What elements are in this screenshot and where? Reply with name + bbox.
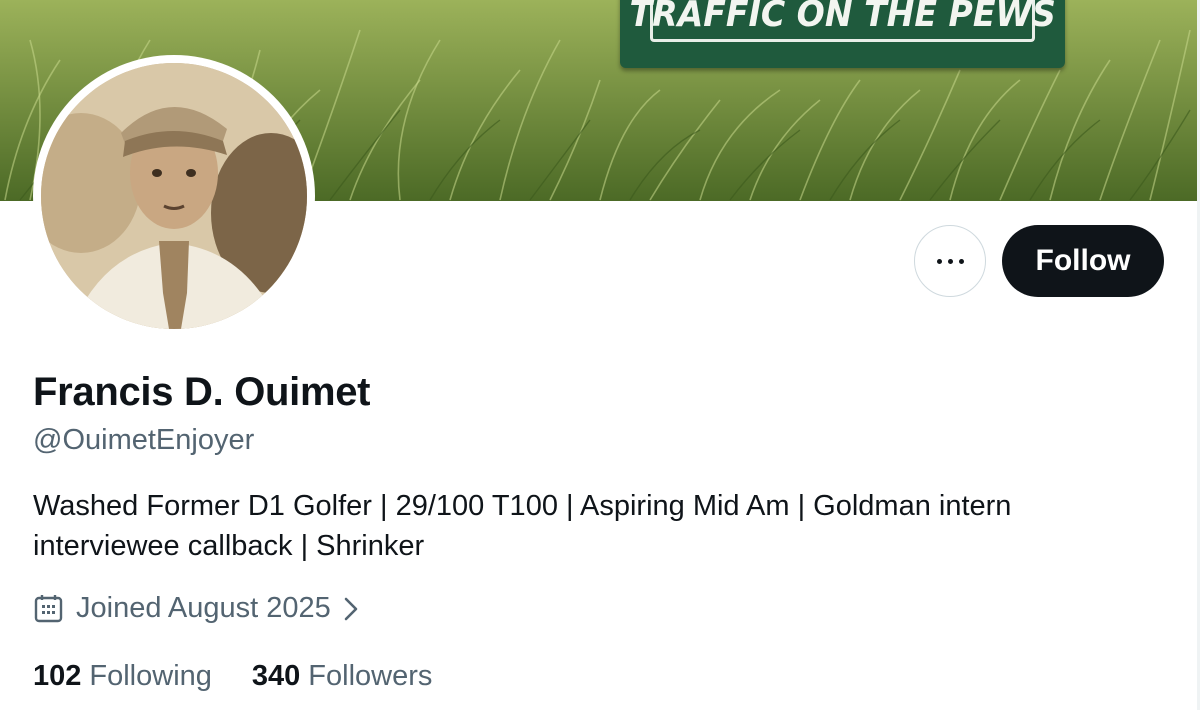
more-options-button[interactable] bbox=[914, 225, 986, 297]
banner-sign-text: TRAFFIC ON THE PEWS bbox=[629, 0, 1056, 35]
user-handle: @OuimetEnjoyer bbox=[33, 424, 255, 456]
following-label: Following bbox=[89, 660, 212, 692]
profile-page: TRAFFIC ON THE PEWS Follow Francis D. Ou… bbox=[0, 0, 1200, 710]
bio-line: interviewee callback | Shrinker bbox=[33, 530, 425, 562]
profile-stats: 102 Following 340 Followers bbox=[33, 660, 472, 693]
follow-button[interactable]: Follow bbox=[1002, 225, 1164, 297]
chevron-right-icon bbox=[341, 595, 361, 623]
display-name: Francis D. Ouimet bbox=[33, 370, 371, 414]
banner-sign: TRAFFIC ON THE PEWS bbox=[620, 0, 1065, 68]
followers-label: Followers bbox=[308, 660, 433, 692]
profile-bio: Washed Former D1 Golfer | 29/100 T100 | … bbox=[33, 486, 1113, 566]
followers-link[interactable]: 340 Followers bbox=[252, 660, 432, 693]
following-link[interactable]: 102 Following bbox=[33, 660, 212, 693]
following-count: 102 bbox=[33, 660, 82, 692]
followers-count: 340 bbox=[251, 660, 301, 692]
bio-line: Washed Former D1 Golfer | 29/100 T100 | … bbox=[33, 490, 1012, 522]
joined-text: Joined August 2025 bbox=[76, 592, 331, 624]
avatar-portrait-icon bbox=[41, 63, 307, 329]
joined-date[interactable]: Joined August 2025 bbox=[33, 592, 361, 625]
calendar-icon bbox=[33, 593, 64, 624]
avatar[interactable] bbox=[33, 55, 315, 337]
more-horizontal-icon bbox=[936, 258, 942, 264]
avatar-photo bbox=[41, 63, 307, 329]
